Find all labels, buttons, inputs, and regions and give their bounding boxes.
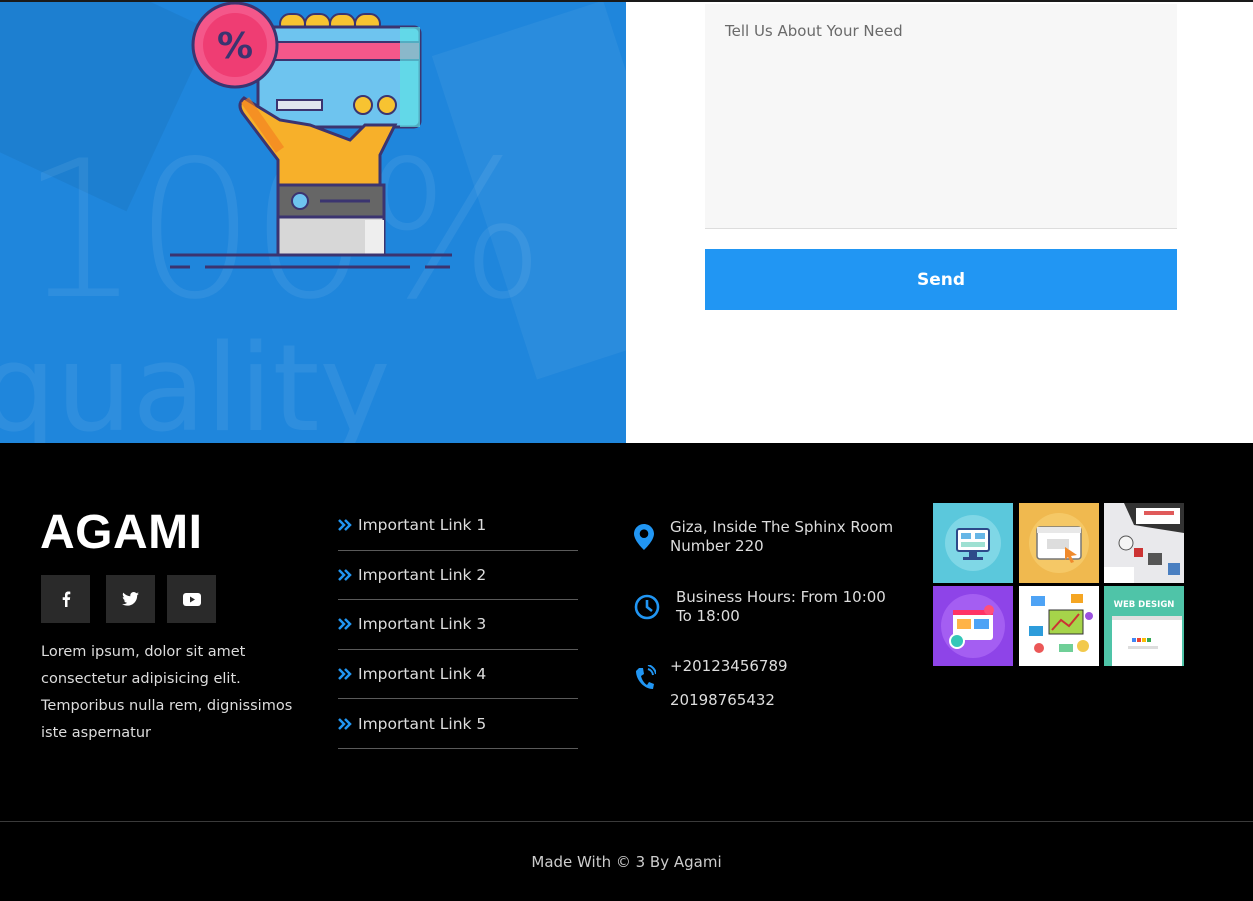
double-chevron-right-icon [338,717,352,730]
map-pin-icon [634,518,670,556]
facebook-button[interactable] [41,575,90,623]
gallery-image-6-web-design[interactable]: WEB DESIGN [1104,586,1184,666]
hand-holding-discount-card-illustration: % [170,1,452,269]
top-section: 100% quality % [0,0,1253,443]
svg-text:%: % [217,26,253,67]
twitter-icon [122,592,139,606]
footer-link-5[interactable]: Important Link 5 [338,699,578,749]
footer-link-4[interactable]: Important Link 4 [338,650,578,700]
footer-brand-logo: AGAMI [40,506,203,559]
footer-links-list: Important Link 1 Important Link 2 Import… [338,501,578,749]
gallery-image-2[interactable] [1018,503,1099,583]
gallery-image-1[interactable] [933,503,1013,583]
footer-link-2[interactable]: Important Link 2 [338,551,578,601]
hero-illustration-panel: 100% quality % [0,0,626,443]
address-text: Giza, Inside The Sphinx Room Number 220 [670,518,894,555]
footer-link-label: Important Link 5 [358,714,487,733]
footer-link-3[interactable]: Important Link 3 [338,600,578,650]
double-chevron-right-icon [338,618,352,631]
twitter-button[interactable] [106,575,155,623]
phone-row: +20123456789 20198765432 [634,657,788,710]
footer: AGAMI Lorem ipsum, dolor sit amet consec… [0,443,1253,821]
youtube-button[interactable] [167,575,216,623]
phone-icon [634,657,670,710]
footer-link-label: Important Link 2 [358,565,487,584]
clock-icon [634,588,676,626]
gallery-image-5[interactable] [1018,586,1099,666]
hours-row: Business Hours: From 10:00 To 18:00 [634,588,906,626]
gallery-image-4[interactable] [933,586,1013,666]
facebook-icon [62,591,70,607]
gallery-image-3[interactable] [1104,503,1184,583]
phone-number-2: 20198765432 [670,691,775,709]
double-chevron-right-icon [338,668,352,680]
footer-about-text: Lorem ipsum, dolor sit amet consectetur … [41,644,293,741]
footer-link-label: Important Link 4 [358,665,487,684]
send-button[interactable]: Send [705,249,1177,310]
contact-form: Send [626,0,1253,443]
footer-gallery: WEB DESIGN [933,503,1185,666]
copyright-bar: Made With © 3 By Agami [0,821,1253,901]
top-border [0,0,1253,2]
business-hours-text: Business Hours: From 10:00 To 18:00 [676,588,886,625]
footer-link-label: Important Link 3 [358,615,487,634]
footer-link-1[interactable]: Important Link 1 [338,501,578,551]
double-chevron-right-icon [338,569,352,581]
web-design-tile-label: WEB DESIGN [1113,600,1175,610]
youtube-icon [182,592,201,606]
footer-link-label: Important Link 1 [358,516,487,535]
phone-number-1: +20123456789 [670,657,788,675]
copyright-text: Made With © 3 By Agami [531,852,722,871]
double-chevron-right-icon [338,519,352,532]
message-textarea[interactable] [705,4,1177,229]
address-row: Giza, Inside The Sphinx Room Number 220 [634,518,910,556]
